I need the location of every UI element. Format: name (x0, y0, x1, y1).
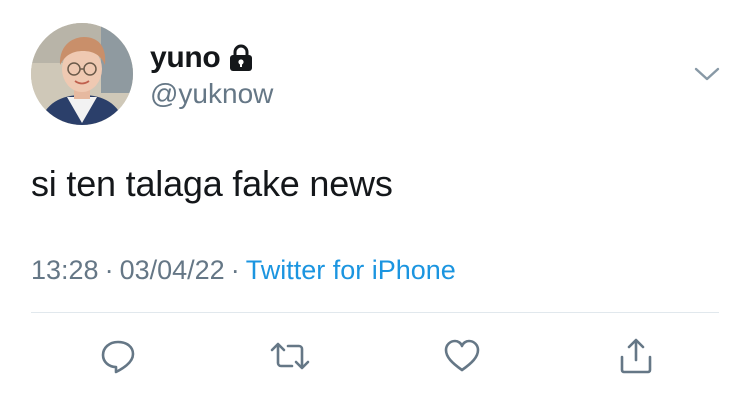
reply-button[interactable] (96, 334, 140, 378)
divider (31, 312, 719, 313)
display-name-row: yuno (150, 38, 254, 78)
tweet-text: si ten talaga fake news (31, 163, 393, 204)
reply-icon (101, 340, 135, 374)
avatar-image (31, 23, 133, 125)
user-handle[interactable]: @yuknow (150, 78, 273, 110)
display-name[interactable]: yuno (150, 41, 221, 75)
meta-separator: · (230, 255, 240, 285)
like-button[interactable] (440, 334, 484, 378)
heart-icon (444, 339, 480, 372)
avatar[interactable] (31, 23, 133, 125)
tweet-date[interactable]: 03/04/22 (120, 255, 225, 285)
chevron-down-icon[interactable] (693, 64, 721, 84)
tweet-time[interactable]: 13:28 (31, 255, 99, 285)
lock-icon (228, 43, 254, 73)
retweet-button[interactable] (268, 334, 312, 378)
retweet-icon (270, 342, 310, 370)
share-button[interactable] (614, 334, 658, 378)
tweet-meta: 13:28 · 03/04/22 · Twitter for iPhone (31, 255, 456, 286)
meta-separator: · (104, 255, 114, 285)
share-icon (620, 338, 652, 374)
tweet-source-link[interactable]: Twitter for iPhone (246, 255, 456, 285)
